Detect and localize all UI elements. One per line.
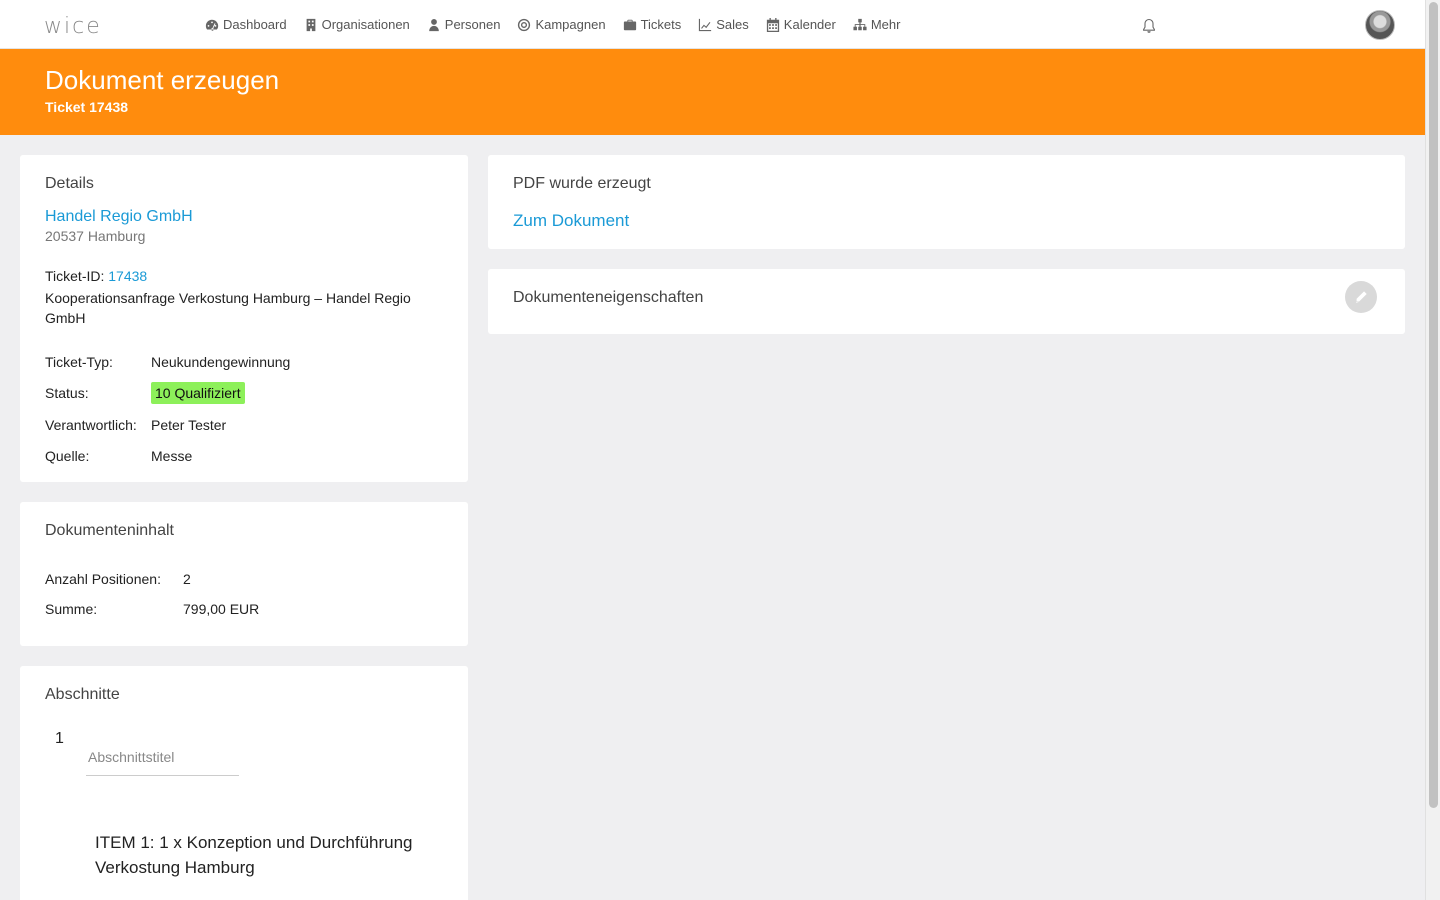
edit-properties-button[interactable]: [1345, 281, 1377, 313]
owner-label: Verantwortlich:: [45, 417, 137, 433]
bell-icon[interactable]: [1141, 18, 1157, 34]
briefcase-icon: [623, 19, 636, 30]
target-icon: [518, 18, 531, 31]
section-item-text: ITEM 1: 1 x Konzeption und Durchführung …: [95, 833, 413, 877]
nav-personen-label: Personen: [444, 17, 501, 32]
pencil-icon: [1356, 291, 1367, 303]
ticket-type-value: Neukundengewinnung: [151, 354, 291, 370]
source-value: Messe: [151, 448, 193, 464]
pdf-card: PDF wurde erzeugt Zum Dokument: [488, 155, 1405, 249]
sum-value: 799,00 EUR: [183, 601, 260, 617]
page-title: Dokument erzeugen: [45, 65, 280, 95]
owner-value: Peter Tester: [151, 417, 227, 433]
wice-logo[interactable]: wice: [44, 14, 102, 39]
nav-kampagnen[interactable]: Kampagnen: [517, 17, 606, 32]
nav-kampagnen-label: Kampagnen: [535, 17, 606, 32]
nav-dashboard-label: Dashboard: [223, 17, 287, 32]
nav-tickets-label: Tickets: [640, 17, 682, 32]
calendar-icon: [766, 17, 779, 32]
nav-kalender[interactable]: Kalender: [766, 17, 836, 32]
document-properties-card: Dokumenteneigenschaften: [488, 269, 1405, 334]
to-document-link[interactable]: Zum Dokument: [513, 211, 629, 231]
page-scrollbar[interactable]: [1425, 0, 1440, 900]
sum-label: Summe:: [45, 601, 98, 617]
ticket-id-row: Ticket-ID: 17438: [45, 268, 147, 284]
details-title: Details: [45, 175, 94, 192]
building-icon: [306, 18, 315, 31]
nav-sales[interactable]: Sales: [698, 17, 749, 32]
company-link[interactable]: Handel Regio GmbH: [45, 208, 193, 226]
document-content-card: Dokumenteninhalt Anzahl Positionen: 2 Su…: [20, 502, 468, 646]
nav-kalender-label: Kalender: [783, 17, 836, 32]
nav-tickets[interactable]: Tickets: [623, 17, 682, 32]
source-label: Quelle:: [45, 448, 90, 464]
nav-sales-label: Sales: [716, 17, 749, 32]
sections-card: Abschnitte 1 ITEM 1: 1 x Konzeption und …: [20, 666, 468, 900]
ticket-id-link[interactable]: 17438: [108, 268, 147, 284]
status-badge: 10 Qualifiziert: [151, 382, 245, 404]
pdf-title: PDF wurde erzeugt: [513, 175, 651, 192]
nav-mehr[interactable]: Mehr: [853, 17, 901, 32]
top-navbar: wice Dashboard Organisationen Personen K…: [0, 0, 1425, 49]
dashboard-icon: [205, 19, 219, 31]
company-address: 20537 Hamburg: [45, 228, 146, 244]
ticket-type-label: Ticket-Typ:: [45, 354, 113, 370]
nav-personen[interactable]: Personen: [427, 17, 501, 32]
main-nav: Dashboard Organisationen Personen Kampag…: [205, 0, 917, 49]
positions-label: Anzahl Positionen:: [45, 571, 161, 587]
page-subtitle: Ticket 17438: [45, 99, 129, 115]
nav-organisationen[interactable]: Organisationen: [304, 17, 410, 32]
section-title-input[interactable]: [86, 738, 239, 776]
nav-mehr-label: Mehr: [870, 17, 901, 32]
scrollbar-thumb[interactable]: [1429, 2, 1438, 808]
nav-organisationen-label: Organisationen: [321, 17, 410, 32]
document-content-title: Dokumenteninhalt: [45, 522, 174, 539]
page-header: Dokument erzeugen Ticket 17438: [0, 49, 1425, 135]
sitemap-icon: [853, 18, 867, 30]
user-avatar[interactable]: [1365, 10, 1395, 40]
ticket-id-label: Ticket-ID:: [45, 268, 105, 284]
document-properties-title: Dokumenteneigenschaften: [513, 289, 704, 306]
positions-value: 2: [183, 571, 191, 587]
nav-dashboard[interactable]: Dashboard: [205, 17, 287, 32]
status-label: Status:: [45, 385, 89, 401]
sections-title: Abschnitte: [45, 686, 120, 703]
person-icon: [428, 18, 439, 31]
section-number: 1: [55, 730, 64, 747]
chart-line-icon: [699, 18, 712, 31]
details-card: Details Handel Regio GmbH 20537 Hamburg …: [20, 155, 468, 482]
ticket-subject: Kooperationsanfrage Verkostung Hamburg –…: [45, 290, 411, 326]
